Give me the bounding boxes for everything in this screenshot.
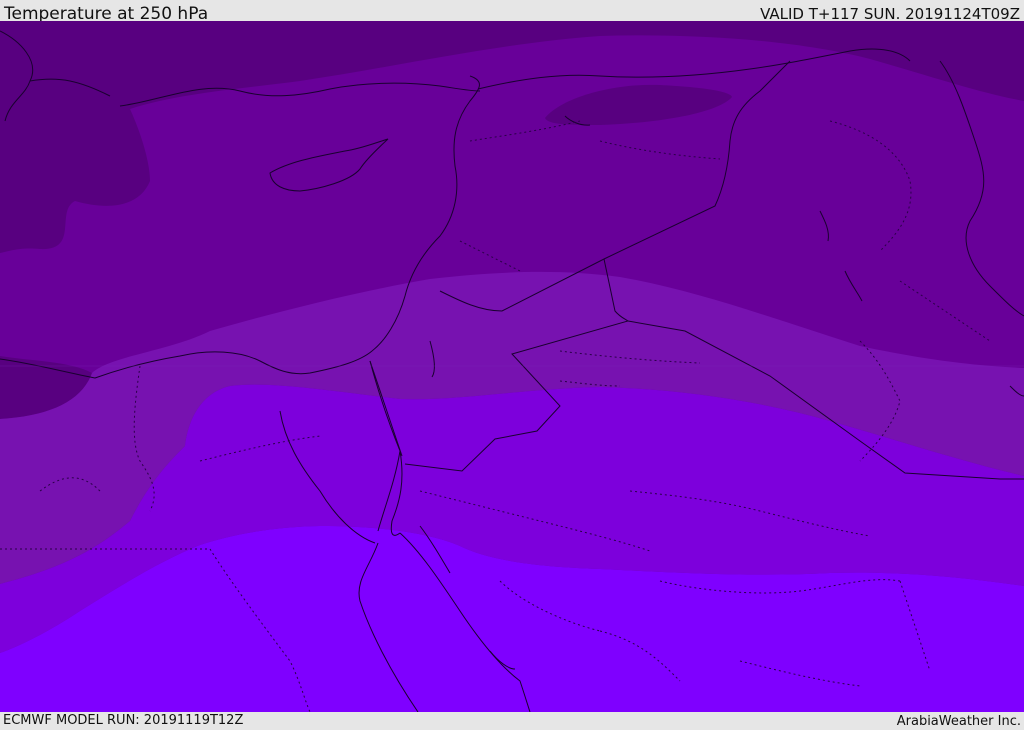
credit-label: ArabiaWeather Inc. — [896, 714, 1021, 729]
model-run-label: ECMWF MODEL RUN: 20191119T12Z — [3, 713, 244, 728]
map-footer: ECMWF MODEL RUN: 20191119T12Z ArabiaWeat… — [0, 712, 1024, 729]
temperature-map — [0, 21, 1024, 712]
map-canvas — [0, 21, 1024, 712]
map-header: Temperature at 250 hPa VALID T+117 SUN. … — [0, 0, 1024, 24]
